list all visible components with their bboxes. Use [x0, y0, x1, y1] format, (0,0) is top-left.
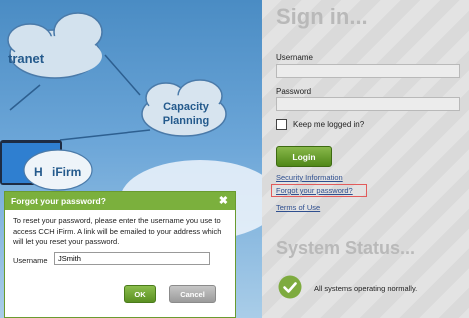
forgot-password-dialog: Forgot your password? ✖ To reset your pa… [4, 191, 236, 318]
terms-of-use-link[interactable]: Terms of Use [276, 203, 320, 212]
ifirm-laptop: H iFirm [0, 140, 93, 191]
dialog-message: To reset your password, please enter the… [13, 216, 222, 246]
dialog-username-label: Username [13, 256, 48, 265]
connector-line [104, 54, 141, 96]
keep-logged-in-label: Keep me logged in? [293, 120, 365, 129]
keep-logged-in-checkbox[interactable] [276, 119, 287, 130]
system-status-title: System Status... [276, 238, 416, 258]
capacity-planning-cloud: Capacity Planning [141, 79, 227, 137]
intranet-cloud: tranet [7, 12, 103, 79]
cancel-button[interactable]: Cancel [169, 285, 216, 303]
password-label: Password [276, 87, 312, 96]
signin-title: Sign in... [276, 4, 368, 29]
capacity-cloud-label-line1: Capacity [163, 101, 210, 113]
connector-line [59, 129, 151, 141]
system-status-message: All systems operating normally. [314, 284, 418, 293]
username-input[interactable] [276, 64, 460, 78]
login-button[interactable]: Login [276, 146, 332, 167]
capacity-cloud-label-line2: Planning [163, 115, 209, 127]
ok-button[interactable]: OK [124, 285, 156, 303]
dialog-username-input[interactable] [54, 252, 210, 265]
username-label: Username [276, 53, 313, 62]
forgot-password-link[interactable]: Forgot your password? [276, 186, 353, 195]
intranet-cloud-label: tranet [8, 51, 45, 66]
signin-panel: Sign in... Username Password Keep me log… [262, 0, 469, 318]
dialog-title: Forgot your password? [11, 196, 106, 206]
checkmark-icon [278, 275, 302, 299]
connector-line [9, 84, 41, 111]
ifirm-label-prefix: H [34, 165, 43, 179]
password-input[interactable] [276, 97, 460, 111]
dialog-title-bar: Forgot your password? ✖ [5, 192, 235, 210]
ifirm-label: iFirm [52, 165, 81, 179]
close-icon[interactable]: ✖ [219, 192, 228, 210]
security-information-link[interactable]: Security Information [276, 173, 343, 182]
